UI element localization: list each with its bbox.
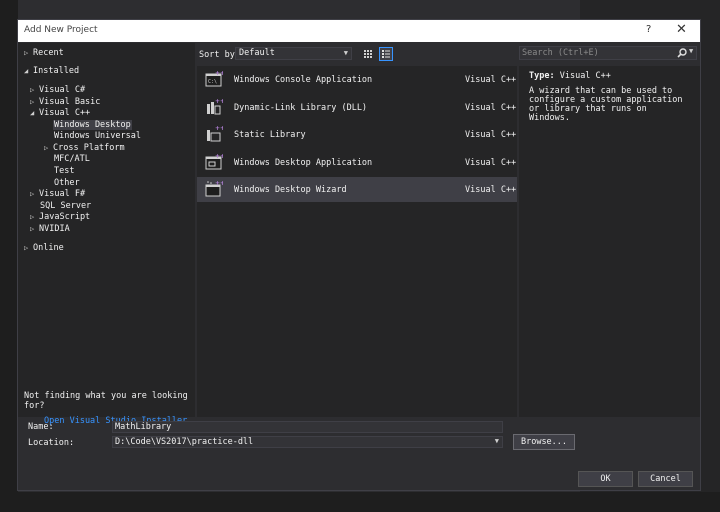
description-text: A wizard that can be used to configure a…: [529, 86, 683, 123]
list-view-button[interactable]: [379, 47, 393, 61]
template-list: C:\ ++ Windows Console Application Visua…: [197, 66, 517, 417]
template-row-dll[interactable]: ++ Dynamic-Link Library (DLL) Visual C++: [197, 95, 517, 120]
location-label: Location:: [28, 438, 75, 448]
type-label: Type:: [529, 71, 555, 81]
dialog-titlebar: Add New Project ? ✕: [18, 20, 700, 42]
tree-item-installed[interactable]: ◢ Installed: [24, 65, 79, 77]
close-button[interactable]: ✕: [676, 22, 687, 37]
dll-icon: ++: [207, 98, 223, 115]
expand-arrow-icon[interactable]: ▷: [24, 242, 33, 254]
expand-arrow-icon[interactable]: ▷: [30, 211, 39, 223]
location-dropdown-chevron-icon[interactable]: ▼: [495, 437, 499, 445]
template-row-desktop-app[interactable]: ++ Windows Desktop Application Visual C+…: [197, 150, 517, 175]
name-label: Name:: [28, 422, 54, 432]
not-finding-text: Not finding what you are looking for?: [24, 391, 188, 411]
background-status-area: [0, 492, 720, 512]
type-value: Visual C++: [559, 71, 611, 81]
name-field: [112, 421, 506, 433]
template-language: Visual C++: [465, 158, 517, 168]
expand-arrow-icon[interactable]: ▷: [44, 142, 53, 154]
tree-item-online[interactable]: ▷ Online: [24, 242, 64, 254]
template-search-box: ▼: [519, 46, 697, 60]
background-editor-left: [0, 0, 18, 512]
search-options-chevron-icon[interactable]: ▼: [689, 47, 693, 55]
template-row-console-app[interactable]: C:\ ++ Windows Console Application Visua…: [197, 67, 517, 92]
tree-item-javascript[interactable]: ▷ JavaScript: [30, 211, 90, 223]
tree-item-visual-cpp[interactable]: ◢ Visual C++: [30, 107, 90, 119]
add-new-project-dialog: Add New Project ? ✕ ▷ Recent ◢ Installed ▷…: [17, 19, 701, 491]
svg-text:++: ++: [215, 70, 223, 77]
sort-value: Default: [239, 48, 275, 58]
svg-text:++: ++: [215, 98, 223, 105]
name-input[interactable]: [113, 422, 506, 432]
expand-arrow-icon[interactable]: ▷: [30, 223, 39, 235]
location-input[interactable]: [113, 437, 506, 447]
chevron-down-icon: ▼: [343, 49, 348, 57]
template-name: Windows Desktop Wizard: [234, 185, 347, 195]
tree-item-windows-universal[interactable]: Windows Universal: [54, 130, 141, 142]
tree-item-visual-csharp[interactable]: ▷ Visual C#: [30, 84, 85, 96]
template-description: Type: Visual C++ A wizard that can be us…: [529, 72, 689, 123]
template-category-tree: ▷ Recent ◢ Installed ▷ Visual C# ▷ Visual Ba…: [18, 43, 195, 426]
cancel-button[interactable]: Cancel: [638, 471, 693, 487]
template-language: Visual C++: [465, 75, 517, 85]
svg-text:++: ++: [215, 180, 223, 187]
template-name: Windows Desktop Application: [234, 158, 373, 168]
list-view-icon: [382, 50, 390, 58]
sort-toolbar: Sort by: Default ▼: [197, 43, 517, 65]
grid-view-icon: [364, 50, 372, 58]
tree-item-nvidia[interactable]: ▷ NVIDIA: [30, 223, 70, 235]
svg-text:++: ++: [215, 153, 223, 160]
sort-label: Sort by:: [199, 50, 240, 60]
search-icon[interactable]: [677, 48, 687, 58]
sort-dropdown[interactable]: Default ▼: [235, 47, 352, 60]
dialog-title: Add New Project: [24, 25, 98, 35]
tree-item-test[interactable]: Test: [54, 165, 74, 177]
template-name: Static Library: [234, 130, 306, 140]
template-language: Visual C++: [465, 103, 517, 113]
template-description-panel: Type: Visual C++ A wizard that can be us…: [519, 66, 700, 417]
template-row-desktop-wizard[interactable]: ++ Windows Desktop Wizard Visual C++: [197, 177, 517, 202]
expand-arrow-icon[interactable]: ▷: [24, 47, 33, 59]
desktop-app-icon: ++: [205, 153, 223, 170]
grid-view-button[interactable]: [361, 47, 375, 61]
console-app-icon: C:\ ++: [205, 70, 223, 87]
search-input[interactable]: [522, 47, 672, 59]
template-name: Windows Console Application: [234, 75, 373, 85]
svg-text:C:\: C:\: [208, 79, 217, 85]
expand-arrow-icon[interactable]: ▷: [30, 84, 39, 96]
template-row-static-library[interactable]: ++ Static Library Visual C++: [197, 122, 517, 147]
tree-item-recent[interactable]: ▷ Recent: [24, 47, 64, 59]
desktop-wizard-icon: ++: [205, 180, 223, 197]
static-library-icon: ++: [207, 125, 223, 142]
tree-item-visual-fsharp[interactable]: ▷ Visual F#: [30, 188, 85, 200]
collapse-arrow-icon[interactable]: ◢: [24, 65, 33, 77]
location-field: ▼: [112, 436, 506, 448]
expand-arrow-icon[interactable]: ▷: [30, 188, 39, 200]
browse-button[interactable]: Browse...: [513, 434, 575, 450]
tree-item-mfc-atl[interactable]: MFC/ATL: [54, 153, 90, 165]
template-language: Visual C++: [465, 130, 517, 140]
svg-text:++: ++: [215, 125, 223, 132]
template-name: Dynamic-Link Library (DLL): [234, 103, 368, 113]
ok-button[interactable]: OK: [578, 471, 633, 487]
template-language: Visual C++: [465, 185, 517, 195]
help-button[interactable]: ?: [646, 24, 651, 35]
collapse-arrow-icon[interactable]: ◢: [30, 107, 39, 119]
